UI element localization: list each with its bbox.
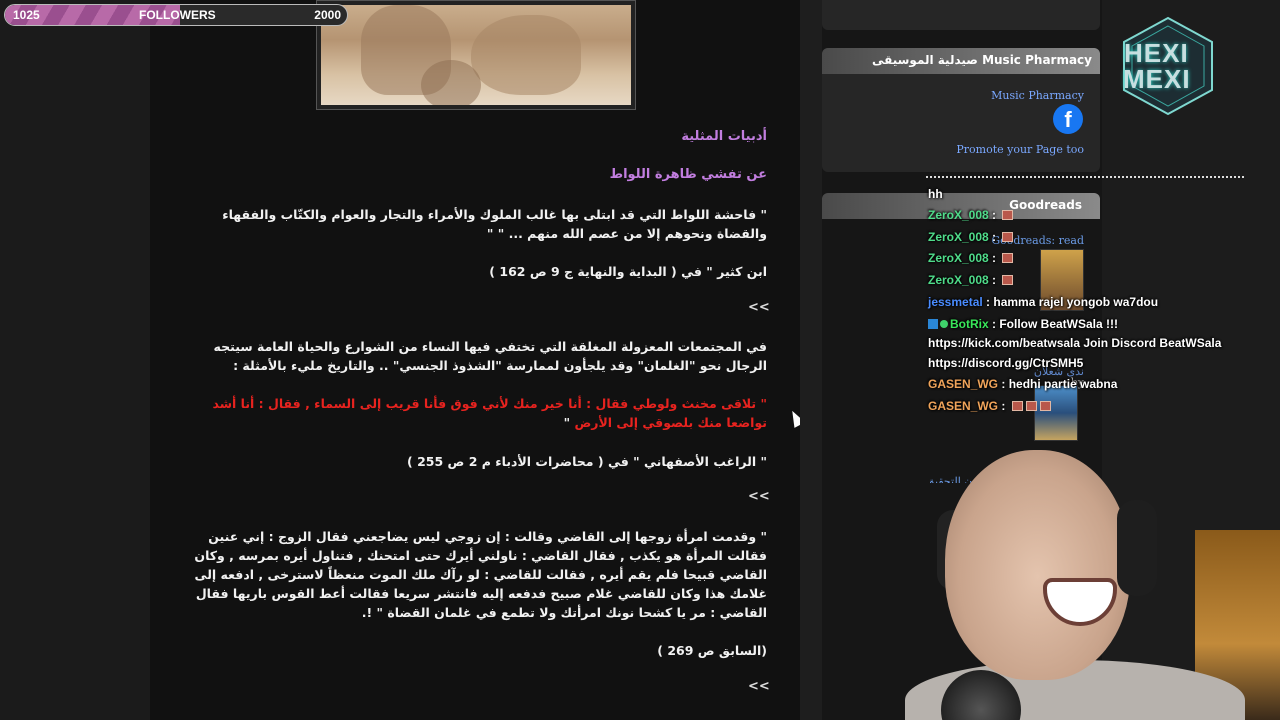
chat-message: GASEN_WG : — [928, 399, 1051, 413]
article-photo — [316, 0, 636, 110]
followers-goal-bar: 1025 FOLLOWERS 2000 — [4, 4, 348, 26]
chat-message: ZeroX_008 : — [928, 230, 1014, 244]
emote-icon — [1002, 232, 1014, 242]
chat-message: GASEN_WG : hedhi partie wabna — [928, 377, 1118, 391]
emote-icon — [1002, 253, 1014, 263]
followers-goal: 2000 — [314, 8, 341, 22]
bot-badge-icon — [928, 319, 938, 329]
chat-message: hh — [928, 187, 943, 201]
left-gutter — [0, 0, 150, 720]
quote-paragraph: " فاحشة اللواط التي قد ابتلى بها غالب ال… — [222, 207, 767, 241]
promote-page-link[interactable]: Promote your Page too — [956, 143, 1084, 156]
emote-icon — [1002, 275, 1014, 285]
chat-message: ZeroX_008 : — [928, 208, 1014, 222]
chat-message: ZeroX_008 : — [928, 251, 1014, 265]
emote-icon — [1002, 210, 1014, 220]
article-column: أدبيات المثلية عن تفشي ظاهرة اللواط " فا… — [150, 0, 800, 720]
widget-title: صيدلية الموسيقى Music Pharmacy — [822, 48, 1100, 74]
chat-message: jessmetal : hamma rajel yongob wa7dou — [928, 295, 1159, 309]
widget-previous — [822, 0, 1100, 30]
separator: << — [748, 679, 770, 694]
emote-icon — [1039, 401, 1051, 411]
webcam-overlay — [905, 440, 1280, 720]
chat-message: BotRix : Follow BeatWSala !!! — [928, 317, 1118, 331]
facebook-icon[interactable]: f — [1053, 104, 1083, 134]
verified-badge-icon — [940, 320, 948, 328]
music-pharmacy-widget: صيدلية الموسيقى Music Pharmacy Music Pha… — [822, 48, 1100, 172]
logo-line-2: MEXI — [1123, 64, 1191, 94]
music-pharmacy-link[interactable]: Music Pharmacy — [991, 89, 1084, 102]
book-cover[interactable] — [1034, 385, 1078, 441]
emote-icon — [1011, 401, 1023, 411]
article-heading: أدبيات المثلية — [681, 129, 767, 144]
quote-paragraph: " وقدمت امرأة زوجها إلى القاضي وقالت : إ… — [194, 529, 767, 620]
article-subheading: عن تفشي ظاهرة اللواط — [609, 167, 767, 182]
chat-message: https://discord.gg/CtrSMH5 — [928, 356, 1084, 370]
followers-label: FOLLOWERS — [139, 8, 216, 22]
followers-count: 1025 — [13, 8, 40, 22]
separator: << — [748, 489, 770, 504]
citation: (السابق ص 269 ) — [657, 643, 767, 658]
citation: ابن كثير " في ( البداية والنهاية ج 9 ص 1… — [489, 264, 767, 279]
separator: << — [748, 300, 770, 315]
gutter — [800, 0, 822, 720]
paragraph: في المجتمعات المعزولة المغلقة التي تختفي… — [213, 339, 767, 373]
quote-paragraph-red: " تلاقى مخنث ولوطي فقال : أنا خير منك لأ… — [212, 396, 767, 430]
emote-icon — [1025, 401, 1037, 411]
chat-message: ZeroX_008 : — [928, 273, 1014, 287]
chat-divider — [926, 176, 1244, 178]
citation: " الراغب الأصفهاني " في ( محاضرات الأدبا… — [407, 454, 767, 469]
streamer-face — [945, 450, 1130, 680]
chat-message: https://kick.com/beatwsala Join Discord … — [928, 336, 1222, 350]
